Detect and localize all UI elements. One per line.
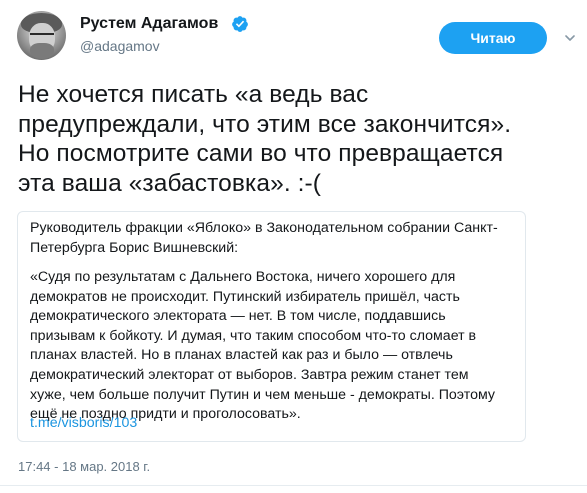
quote-body-line: хуже, чем больше получит Путин и чем мен…: [30, 386, 495, 403]
avatar-beard: [30, 43, 54, 59]
tweet-timestamp[interactable]: 17:44 - 18 мар. 2018 г.: [18, 459, 150, 474]
divider: [0, 485, 587, 486]
quoted-card[interactable]: Руководитель фракции «Яблоко» в Законода…: [17, 211, 526, 442]
follow-button[interactable]: Читаю: [439, 22, 547, 54]
quote-link[interactable]: t.me/visboris/103: [30, 415, 137, 431]
avatar[interactable]: [17, 11, 66, 60]
quote-body-line: демократического электората — нет. В том…: [30, 308, 446, 325]
quote-body-line: планах властей. Но в планах властей как …: [30, 347, 453, 364]
quote-body-line: призывам к бойкоту. И думая, что таким с…: [30, 327, 477, 344]
avatar-glasses: [30, 33, 54, 39]
tweet-line: Не хочется писать «а ведь вас: [18, 81, 369, 108]
quote-body-line: демократический электорат от выборов. За…: [30, 366, 469, 383]
quote-body-line: «Судя по результатам с Дальнего Востока,…: [30, 269, 456, 285]
quote-intro-line: Руководитель фракции «Яблоко» в Законода…: [30, 220, 498, 236]
tweet-line: Но посмотрите сами во что превращается: [18, 140, 504, 167]
chevron-down-icon[interactable]: [565, 33, 575, 43]
quote-intro: Руководитель фракции «Яблоко» в Законода…: [30, 219, 520, 258]
tweet-line: эта ваша «забастовка». :-(: [18, 169, 322, 197]
user-name[interactable]: Рустем Адагамов: [80, 15, 218, 33]
verified-badge-icon: [232, 16, 248, 32]
tweet-line: предупреждали, что этим все закончится».: [18, 110, 512, 138]
tweet-text: Не хочется писать «а ведь вас предупрежд…: [18, 80, 578, 198]
quote-body-line: демократов не происходит. Путинский изби…: [30, 288, 460, 305]
user-handle[interactable]: @adagamov: [80, 38, 160, 54]
quote-intro-line: Петербурга Борис Вишневский:: [30, 239, 239, 256]
quote-body: «Судя по результатам с Дальнего Востока,…: [30, 268, 520, 425]
